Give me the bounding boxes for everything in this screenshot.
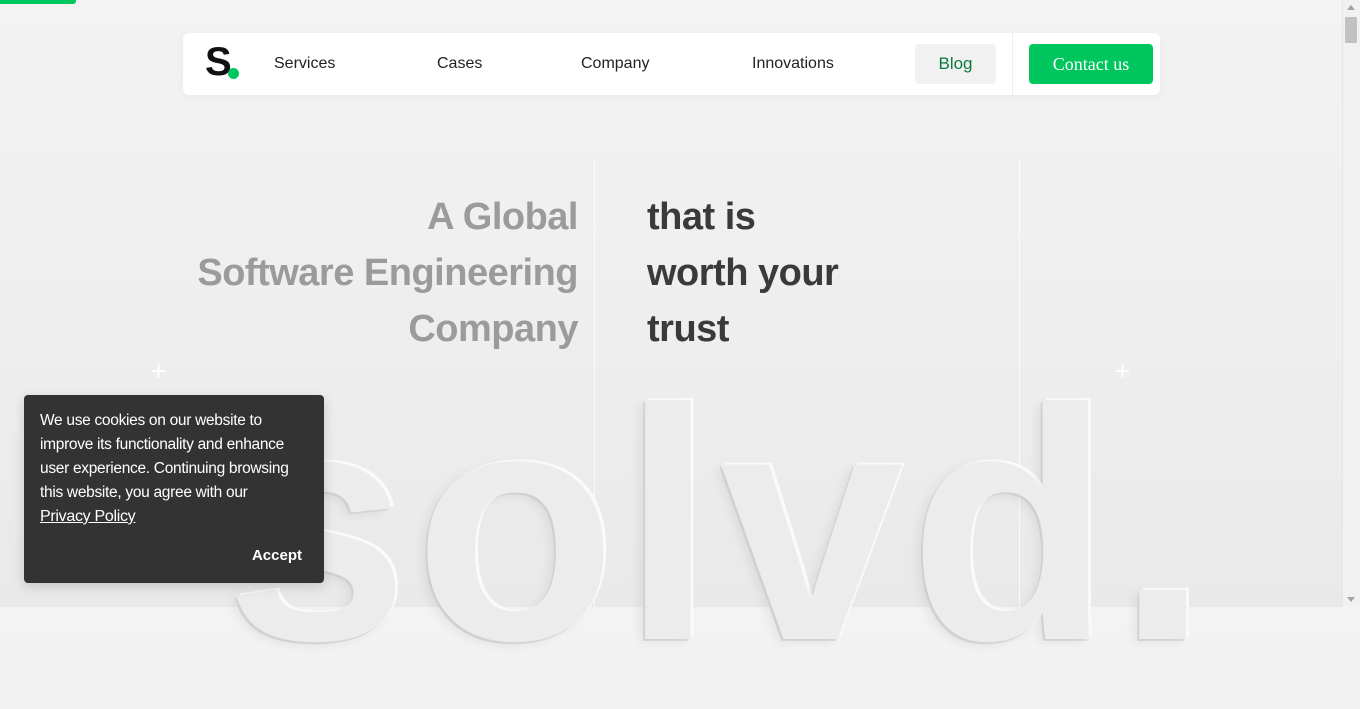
nav-divider [1012,33,1013,95]
hero-big-word: solvd. [225,340,1215,709]
cookie-banner: We use cookies on our website to improve… [24,395,324,583]
plus-icon: + [151,356,167,386]
cookie-message: We use cookies on our website to improve… [40,412,289,501]
site-logo[interactable]: S [205,40,241,84]
cookie-message-block: We use cookies on our website to improve… [40,409,312,529]
chevron-up-icon[interactable] [1347,5,1355,10]
vertical-scrollbar[interactable] [1342,0,1360,607]
top-progress-accent [0,0,76,4]
hero-right-line: trust [647,308,729,350]
logo-dot-icon [228,68,239,79]
logo-letter: S [205,40,232,84]
hero-left-line: Company [408,308,578,350]
main-navbar: S Services Cases Company Innovations Blo… [183,33,1160,95]
cookie-accept-button[interactable]: Accept [252,546,302,566]
nav-link-services[interactable]: Services [274,55,335,73]
hero-left-line: Software Engineering [197,252,578,294]
hero-right-line: worth your [647,252,839,294]
hero-right-line: that is [647,196,756,238]
blog-button[interactable]: Blog [915,44,996,84]
nav-link-innovations[interactable]: Innovations [752,55,834,73]
hero-headline-left: A Global Software Engineering Company [197,189,578,357]
scrollbar-thumb[interactable] [1345,17,1357,43]
nav-link-company[interactable]: Company [581,55,649,73]
privacy-policy-link[interactable]: Privacy Policy [40,505,312,529]
hero-left-line: A Global [427,196,578,238]
hero-headline-right: that is worth your trust [647,189,839,357]
contact-us-button[interactable]: Contact us [1029,44,1153,84]
nav-link-cases[interactable]: Cases [437,55,482,73]
chevron-down-icon[interactable] [1347,597,1355,602]
